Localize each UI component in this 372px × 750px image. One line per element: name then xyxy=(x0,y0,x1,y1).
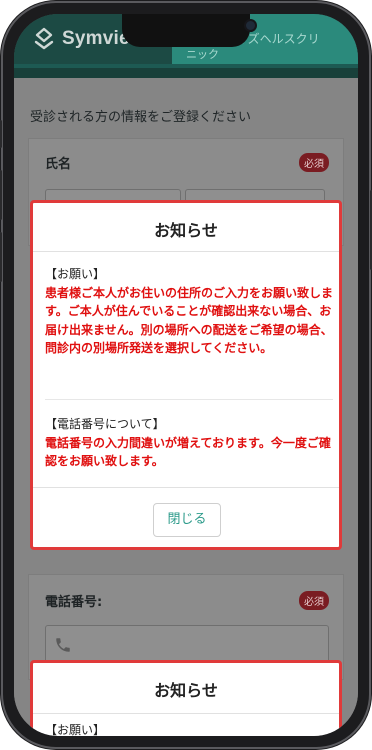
camera-icon xyxy=(246,21,255,30)
phone-label: 電話番号: xyxy=(45,595,103,610)
notch xyxy=(122,14,255,47)
close-button[interactable]: 閉じる xyxy=(153,503,221,537)
phone-input[interactable] xyxy=(45,625,329,665)
screen: Symviewer イズヘルスクリ ニック 受診される方の情報をご登録ください … xyxy=(14,14,358,736)
modal-footer-divider xyxy=(33,487,339,488)
phone-notice-heading: 【電話番号について】 xyxy=(45,417,165,431)
notice-modal-second: お知らせ 【お願い】 xyxy=(30,660,342,736)
mute-switch xyxy=(0,120,2,148)
volume-down-button xyxy=(0,232,2,282)
request-heading: 【お願い】 xyxy=(45,267,106,281)
section-divider xyxy=(45,399,333,400)
modal-title: お知らせ xyxy=(154,681,218,700)
notice-request-section: 【お願い】 患者様ご本人がお住いの住所のご入力をお願い致します。ご本人が住んでい… xyxy=(45,265,333,358)
logo-icon xyxy=(34,27,54,50)
phone-notice-text: 電話番号の入力間違いが増えております。今一度ご確認をお願い致します。 xyxy=(45,435,331,469)
phone-icon xyxy=(56,638,70,652)
modal-divider xyxy=(33,713,339,714)
volume-up-button xyxy=(0,170,2,220)
notice-phone-section: 【電話番号について】 電話番号の入力間違いが増えております。今一度ご確認をお願い… xyxy=(45,415,333,471)
header-underline xyxy=(14,64,358,68)
modal-title: お知らせ xyxy=(154,221,218,240)
request-heading: 【お願い】 xyxy=(45,723,106,736)
notice-modal: お知らせ 【お願い】 患者様ご本人がお住いの住所のご入力をお願い致します。ご本人… xyxy=(30,200,342,550)
request-text: 患者様ご本人がお住いの住所のご入力をお願い致します。ご本人が住んでいることが確認… xyxy=(45,285,334,356)
required-badge: 必須 xyxy=(299,153,329,172)
tab-clinic-sublabel: ニック xyxy=(186,48,219,61)
modal-divider xyxy=(33,251,339,252)
required-badge: 必須 xyxy=(299,591,329,610)
phone-frame: Symviewer イズヘルスクリ ニック 受診される方の情報をご登録ください … xyxy=(0,0,372,750)
name-label: 氏名 xyxy=(45,157,72,172)
page-intro: 受診される方の情報をご登録ください xyxy=(30,110,252,125)
